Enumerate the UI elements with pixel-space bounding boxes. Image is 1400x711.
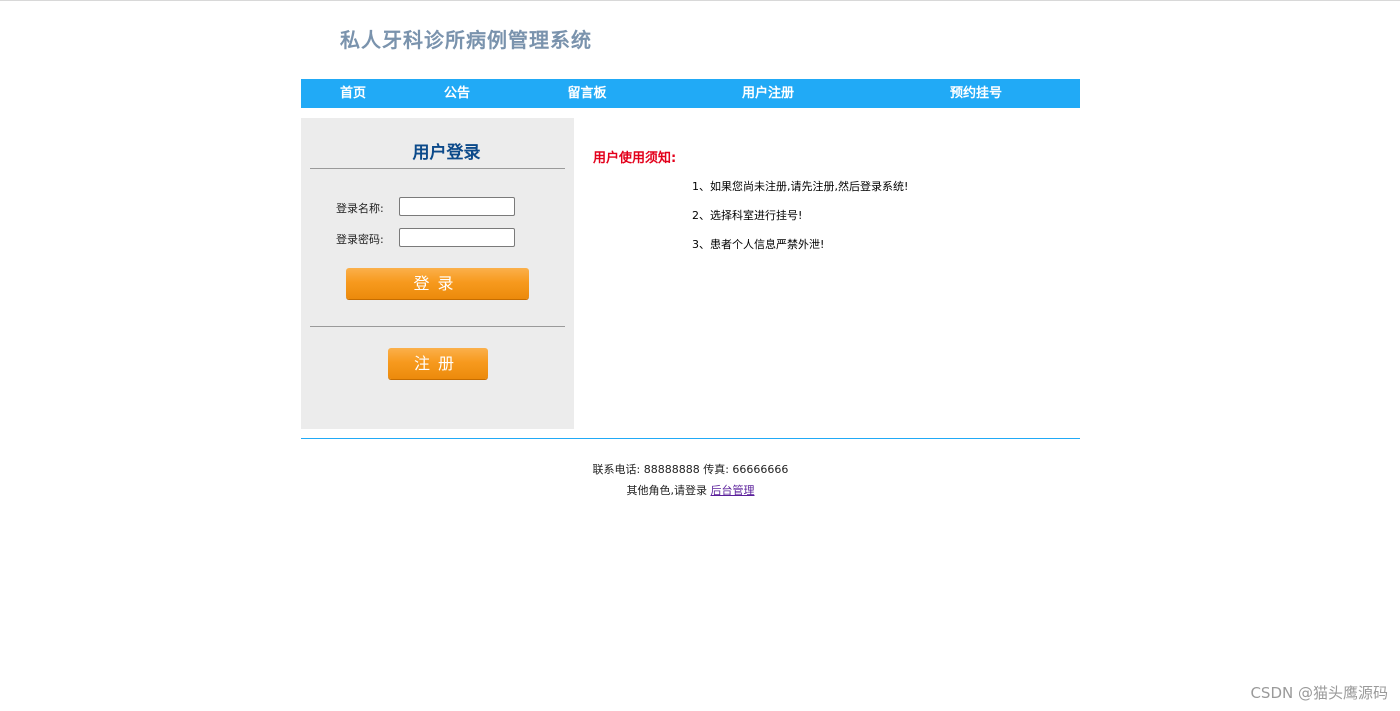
nav-item-home[interactable]: 首页 xyxy=(325,79,381,108)
admin-login-link[interactable]: 后台管理 xyxy=(711,484,755,497)
footer-other-roles-text: 其他角色,请登录 xyxy=(626,484,708,497)
username-input[interactable] xyxy=(399,197,515,216)
notice-title: 用户使用须知: xyxy=(593,151,677,166)
nav-item-appointment[interactable]: 预约挂号 xyxy=(939,79,1013,108)
login-panel: 用户登录 登录名称: 登录密码: 登录 注册 xyxy=(301,118,574,429)
login-divider-top xyxy=(310,168,565,169)
footer-contact: 联系电话: 88888888 传真: 66666666 xyxy=(592,463,789,476)
login-title: 用户登录 xyxy=(412,143,481,163)
login-button[interactable]: 登录 xyxy=(346,268,529,299)
footer-other-roles: 其他角色,请登录 后台管理 xyxy=(301,482,1080,498)
nav-item-announcements[interactable]: 公告 xyxy=(429,79,485,108)
footer-divider xyxy=(301,438,1080,439)
password-label: 登录密码: xyxy=(336,233,384,246)
login-divider-bottom xyxy=(310,326,565,327)
notice-item: 3、患者个人信息严禁外泄! xyxy=(692,238,825,251)
top-divider xyxy=(0,0,1400,1)
nav-item-message-board[interactable]: 留言板 xyxy=(557,79,617,108)
register-button[interactable]: 注册 xyxy=(388,348,488,379)
watermark: CSDN @猫头鹰源码 xyxy=(1250,684,1388,702)
nav-item-user-register[interactable]: 用户注册 xyxy=(731,79,805,108)
notice-item: 1、如果您尚未注册,请先注册,然后登录系统! xyxy=(692,180,909,193)
password-input[interactable] xyxy=(399,228,515,247)
main-nav: 首页 公告 留言板 用户注册 预约挂号 xyxy=(301,79,1080,108)
notice-item: 2、选择科室进行挂号! xyxy=(692,209,803,222)
site-title: 私人牙科诊所病例管理系统 xyxy=(340,28,592,52)
username-label: 登录名称: xyxy=(336,202,384,215)
